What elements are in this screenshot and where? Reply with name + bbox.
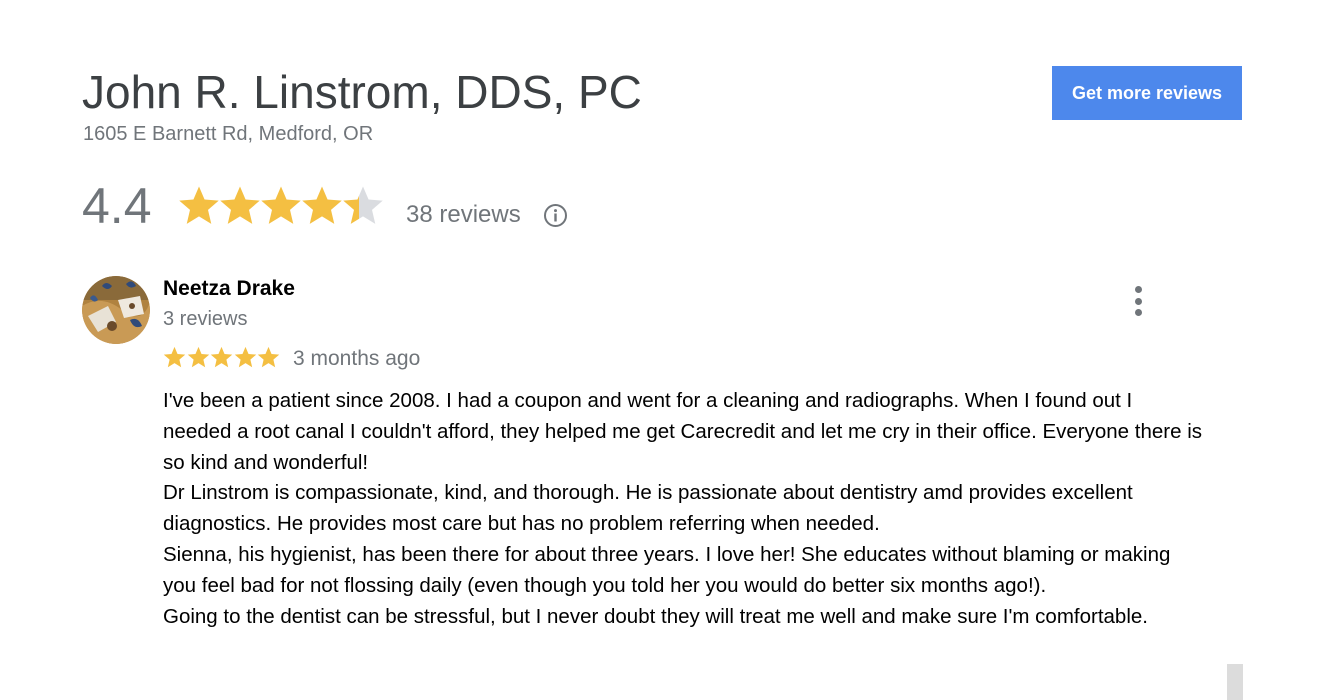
- rating-stars: [176, 183, 383, 231]
- menu-dot: [1134, 309, 1142, 316]
- review-paragraph: Dr Linstrom is compassionate, kind, and …: [163, 481, 1133, 536]
- review-time: 3 months ago: [293, 347, 421, 370]
- star-icon: [176, 183, 219, 231]
- get-more-reviews-button[interactable]: Get more reviews: [1052, 66, 1242, 120]
- star-icon: [233, 345, 257, 369]
- menu-dot: [1134, 286, 1142, 293]
- star-icon: [258, 183, 301, 231]
- star-icon: [217, 183, 260, 231]
- review-text: I've been a patient since 2008. I had a …: [163, 386, 1203, 632]
- star-icon: [186, 345, 210, 369]
- reviewer-name[interactable]: Neetza Drake: [163, 276, 295, 302]
- review-paragraph: I've been a patient since 2008. I had a …: [163, 389, 1203, 474]
- scrollbar-thumb[interactable]: [1227, 664, 1243, 700]
- more-vertical-icon[interactable]: [1124, 284, 1152, 318]
- star-icon: [340, 183, 383, 231]
- reviewer-avatar[interactable]: [82, 276, 150, 344]
- review-rating-stars: [162, 345, 280, 369]
- review-paragraph: Sienna, his hygienist, has been there fo…: [163, 542, 1171, 597]
- star-icon: [256, 345, 280, 369]
- reviewer-review-count: 3 reviews: [163, 308, 248, 330]
- star-icon: [162, 345, 186, 369]
- star-icon: [299, 183, 342, 231]
- business-address: 1605 E Barnett Rd, Medford, OR: [83, 123, 374, 145]
- average-rating: 4.4: [82, 178, 152, 234]
- business-title: John R. Linstrom, DDS, PC: [82, 66, 642, 118]
- menu-dot: [1134, 297, 1142, 305]
- review-paragraph: Going to the dentist can be stressful, b…: [163, 604, 1148, 628]
- info-icon[interactable]: [543, 203, 568, 228]
- star-icon: [209, 345, 233, 369]
- review-count-link[interactable]: 38 reviews: [406, 200, 521, 230]
